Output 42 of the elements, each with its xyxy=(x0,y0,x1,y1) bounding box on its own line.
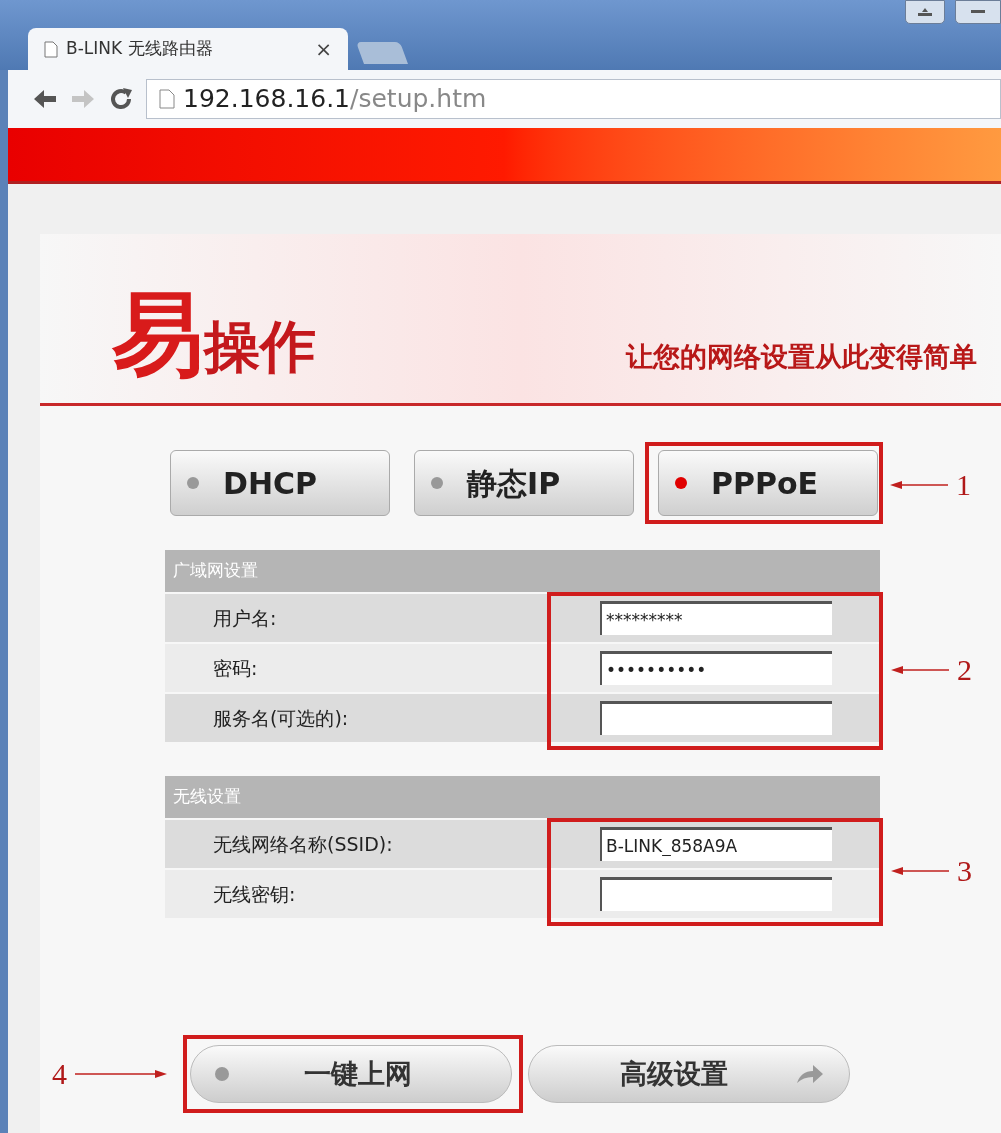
action-button[interactable]: 高级设置 xyxy=(528,1045,850,1103)
mode-label: PPPoE xyxy=(711,464,819,503)
field-label: 无线密钥: xyxy=(212,881,297,907)
arrow-icon xyxy=(891,866,949,876)
input-field[interactable]: •••••••••• xyxy=(600,651,832,685)
field-label: 服务名(可选的): xyxy=(212,705,350,731)
reload-icon[interactable] xyxy=(108,86,134,112)
logo-text: 易操作 xyxy=(112,289,316,381)
input-field[interactable] xyxy=(600,701,832,735)
url-text: 192.168.16.1/setup.htm xyxy=(183,83,487,116)
tab-title: B-LINK 无线路由器 xyxy=(66,37,213,61)
action-button[interactable]: 一键上网 xyxy=(190,1045,512,1103)
arrow-icon xyxy=(75,1069,167,1079)
minimize-button[interactable] xyxy=(955,0,1001,24)
tab-close-button[interactable]: × xyxy=(315,34,332,64)
callout-number: 3 xyxy=(957,856,972,886)
field-label: 用户名: xyxy=(212,605,278,631)
page-icon xyxy=(44,40,58,58)
input-field[interactable]: B-LINK_858A9A xyxy=(600,827,832,861)
input-field[interactable] xyxy=(600,877,832,911)
browser-tab[interactable]: B-LINK 无线路由器 × xyxy=(28,28,348,70)
section-header: 广域网设置 xyxy=(165,550,880,592)
tagline: 让您的网络设置从此变得简单 xyxy=(626,339,977,374)
input-field[interactable]: ********* xyxy=(600,601,832,635)
share-arrow-icon xyxy=(795,1063,825,1085)
field-label: 密码: xyxy=(212,655,259,681)
mode-button[interactable]: 静态IP xyxy=(414,450,634,516)
mode-button[interactable]: PPPoE xyxy=(658,450,878,516)
page-icon xyxy=(159,89,175,109)
address-bar[interactable]: 192.168.16.1/setup.htm xyxy=(146,79,1001,119)
callout-number: 2 xyxy=(957,655,972,685)
back-icon[interactable] xyxy=(32,88,58,110)
mode-button[interactable]: DHCP xyxy=(170,450,390,516)
field-label: 无线网络名称(SSID): xyxy=(212,831,394,857)
mode-label: 静态IP xyxy=(467,464,561,503)
callout-number: 1 xyxy=(956,470,971,500)
arrow-icon xyxy=(891,665,949,675)
arrow-icon xyxy=(890,480,948,490)
mode-label: DHCP xyxy=(223,464,317,503)
section-header: 无线设置 xyxy=(165,776,880,818)
window-button[interactable] xyxy=(905,0,945,24)
callout-number: 4 xyxy=(52,1059,67,1089)
